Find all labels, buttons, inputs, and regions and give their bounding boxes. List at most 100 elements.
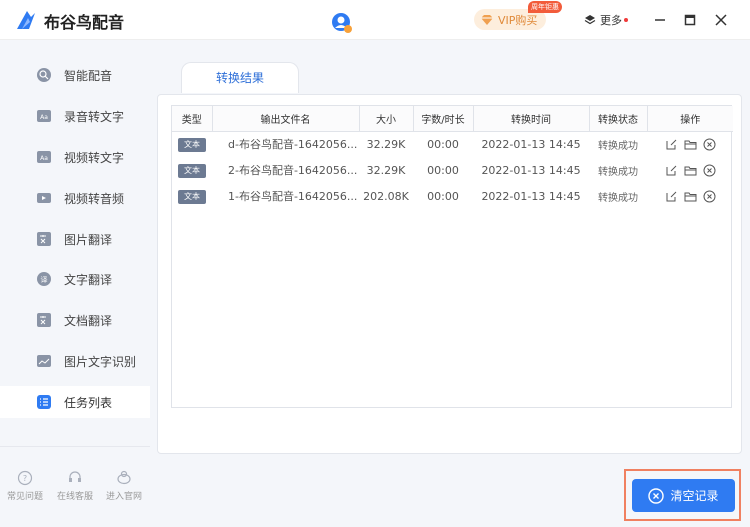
image-translate-icon [37,232,51,246]
website-icon [117,470,131,485]
results-panel: 类型 输出文件名 大小 字数/时长 转换时间 转换状态 操作 文本 d-布谷鸟配… [157,94,742,454]
table-row: 文本 1-布谷鸟配音-1642056... 202.08K 00:00 2022… [172,183,733,209]
video-to-audio-icon [37,193,51,203]
type-badge: 文本 [178,163,206,178]
column-header-status: 转换状态 [589,106,648,132]
avatar[interactable] [331,12,353,34]
column-header-time: 转换时间 [473,106,590,132]
delete-icon[interactable] [703,190,716,203]
footer-label: 常见问题 [6,492,43,502]
sidebar-item-record-to-text[interactable]: Aa 录音转文字 [0,100,150,132]
more-label: 更多 [600,14,622,27]
bird-logo-icon [17,11,35,29]
results-table: 类型 输出文件名 大小 字数/时长 转换时间 转换状态 操作 文本 d-布谷鸟配… [171,105,733,408]
promo-badge: 周年钜惠 [528,1,562,13]
row-actions [647,190,733,203]
duration: 00:00 [427,163,459,177]
file-size: 202.08K [363,189,409,203]
row-actions [647,138,733,151]
clear-records-label: 清空记录 [670,489,719,503]
sidebar-item-smart-voice[interactable]: 智能配音 [0,59,150,91]
conversion-time: 2022-01-13 14:45 [481,163,581,177]
conversion-time: 2022-01-13 14:45 [481,189,581,203]
sidebar-item-label: 文字翻译 [64,272,113,287]
table-header-row: 类型 输出文件名 大小 字数/时长 转换时间 转换状态 操作 [172,106,733,132]
maximize-icon[interactable] [682,12,698,28]
notification-dot [624,18,628,22]
column-header-filename: 输出文件名 [212,106,360,132]
file-size: 32.29K [366,163,406,177]
help-link[interactable]: ? 常见问题 [5,470,45,502]
task-list-icon [37,395,51,409]
table-row: 文本 d-布谷鸟配音-1642056... 32.29K 00:00 2022-… [172,131,733,157]
sidebar-item-video-to-text[interactable]: Aa 视频转文字 [0,141,150,173]
sidebar-item-label: 任务列表 [64,395,113,410]
sidebar-divider [0,446,150,447]
edit-icon[interactable] [665,138,678,151]
footer-label: 进入官网 [105,492,142,502]
svg-text:Aa: Aa [40,114,48,121]
close-icon[interactable] [713,12,729,28]
conversion-time: 2022-01-13 14:45 [481,137,581,151]
website-link[interactable]: 进入官网 [104,470,144,502]
edit-icon[interactable] [665,164,678,177]
more-menu[interactable]: 更多 [584,12,628,28]
vip-label: VIP购买 [498,13,538,27]
status-text: 转换成功 [598,192,638,204]
duration: 00:00 [427,189,459,203]
status-text: 转换成功 [598,166,638,178]
customer-service-link[interactable]: 在线客服 [55,470,95,502]
video-to-text-icon: Aa [37,151,51,163]
type-badge: 文本 [178,137,206,152]
clear-circle-x-icon [648,487,665,504]
main-area: 转换结果 类型 输出文件名 大小 字数/时长 转换时间 转换状态 操作 文本 d… [150,40,750,527]
edit-icon[interactable] [665,190,678,203]
sidebar-item-ocr[interactable]: 图片文字识别 [0,345,150,377]
sidebar-item-doc-translate[interactable]: 文档翻译 [0,304,150,336]
text-translate-icon: 译 [37,272,51,286]
delete-icon[interactable] [703,138,716,151]
help-icon: ? [17,470,33,486]
folder-icon[interactable] [684,164,697,177]
file-name: d-布谷鸟配音-1642056... [228,138,358,152]
title-bar: 布谷鸟配音 VIP购买 周年钜惠 更多 [0,0,750,40]
duration: 00:00 [427,137,459,151]
sidebar-item-label: 图片翻译 [64,232,113,247]
sidebar-item-text-translate[interactable]: 译 文字翻译 [0,263,150,295]
footer-label: 在线客服 [56,492,93,502]
svg-text:Aa: Aa [40,155,48,162]
smart-voice-icon [37,68,51,82]
delete-icon[interactable] [703,164,716,177]
svg-text:译: 译 [41,276,48,284]
column-header-actions: 操作 [647,106,733,132]
column-header-type: 类型 [172,106,213,132]
sidebar: 智能配音 Aa 录音转文字 Aa 视频转文字 视频转音频 图片翻译 译 文字翻译 [0,40,150,527]
row-actions [647,164,733,177]
type-badge: 文本 [178,189,206,204]
diamond-icon [481,14,493,25]
app-title: 布谷鸟配音 [44,13,125,32]
sidebar-item-task-list[interactable]: 任务列表 [0,386,150,418]
file-size: 32.29K [366,137,406,151]
clear-button-highlight: 清空记录 [624,469,741,521]
sidebar-item-label: 录音转文字 [64,109,125,124]
tab-conversion-result[interactable]: 转换结果 [181,62,299,93]
customer-service-icon [69,471,81,482]
sidebar-item-label: 智能配音 [64,68,113,83]
table-row: 文本 2-布谷鸟配音-1642056... 32.29K 00:00 2022-… [172,157,733,183]
file-name: 2-布谷鸟配音-1642056... [228,164,358,177]
sidebar-item-label: 图片文字识别 [64,354,137,369]
minimize-icon[interactable] [652,12,668,28]
status-text: 转换成功 [598,140,638,152]
folder-icon[interactable] [684,138,697,151]
record-to-text-icon: Aa [37,110,51,122]
clear-records-button[interactable]: 清空记录 [632,479,735,512]
folder-icon[interactable] [684,190,697,203]
sidebar-item-label: 视频转文字 [64,150,125,165]
svg-text:?: ? [23,474,27,483]
column-header-size: 大小 [359,106,414,132]
sidebar-item-video-to-audio[interactable]: 视频转音频 [0,182,150,214]
sidebar-item-label: 文档翻译 [64,313,113,328]
sidebar-item-image-translate[interactable]: 图片翻译 [0,223,150,255]
sidebar-item-label: 视频转音频 [64,191,125,206]
